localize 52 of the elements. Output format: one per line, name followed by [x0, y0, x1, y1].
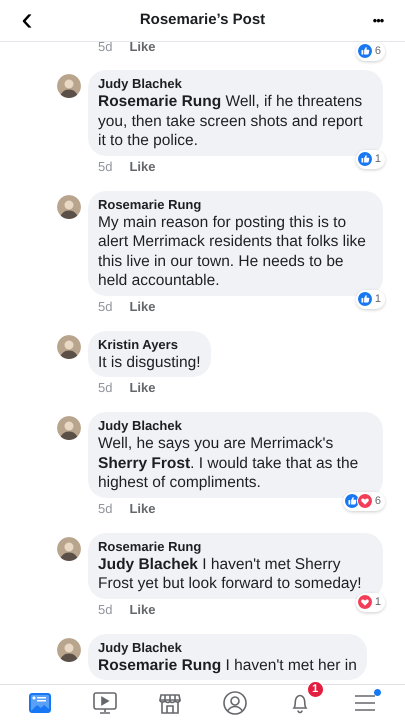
- comment-text: Judy Blachek I haven't met Sherry Frost yet but look forward to someday!: [98, 554, 363, 594]
- like-link[interactable]: Like: [129, 498, 156, 518]
- reaction-count: 1: [374, 152, 381, 167]
- video-icon[interactable]: [92, 690, 118, 714]
- heart-icon: [356, 594, 373, 610]
- thumbs-up-icon: [344, 493, 360, 510]
- comment-text: Rosemarie Rung Well, if he threatens you, then take screen shots and report it to the police.: [98, 92, 364, 150]
- comment-author[interactable]: Judy Blachek: [98, 638, 357, 656]
- page-title: Rosemarie’s Post: [140, 10, 266, 30]
- comment-time: 5d: [98, 42, 112, 56]
- comment-text: Rosemarie Rung I haven't met her in: [98, 656, 357, 675]
- comment-time: 5d: [98, 600, 112, 619]
- reaction-summary[interactable]: 6: [356, 42, 385, 60]
- news-feed-icon[interactable]: [28, 690, 52, 714]
- comment-time: 5d: [98, 500, 112, 518]
- comment-time: 5d: [98, 158, 112, 176]
- reaction-count: 1: [374, 292, 381, 307]
- comment-time: 5d: [98, 298, 112, 316]
- comment-author[interactable]: Kristin Ayers: [98, 336, 201, 352]
- avatar[interactable]: [57, 74, 81, 98]
- comment-time: 5d: [98, 379, 112, 398]
- like-link[interactable]: Like: [129, 600, 156, 620]
- comment-text: My main reason for posting this is to alert Merrimack residents that folks like this live in our town. He needs to be held accountable.: [98, 212, 367, 290]
- heart-icon: [356, 493, 373, 510]
- reaction-summary[interactable]: 1: [356, 290, 385, 308]
- avatar[interactable]: [57, 194, 81, 218]
- reaction-count: 6: [374, 494, 381, 509]
- reaction-summary[interactable]: 6: [342, 492, 385, 510]
- reaction-summary[interactable]: 1: [356, 593, 385, 612]
- comment-text: Well, he says you are Merrimack's Sherry Frost. I would take that as the highest of compliments.: [98, 434, 360, 492]
- reaction-count: 1: [374, 595, 381, 610]
- avatar[interactable]: [57, 536, 81, 560]
- like-link[interactable]: Like: [129, 156, 156, 176]
- like-link[interactable]: Like: [129, 42, 156, 57]
- reaction-summary[interactable]: 1: [356, 150, 385, 168]
- avatar[interactable]: [57, 638, 81, 662]
- like-link[interactable]: Like: [129, 296, 156, 316]
- comment-author[interactable]: Rosemarie Rung: [98, 196, 373, 212]
- avatar[interactable]: [57, 334, 81, 358]
- thumbs-up-icon: [356, 291, 373, 308]
- profile-icon[interactable]: [222, 690, 247, 714]
- more-button[interactable]: •••: [363, 10, 393, 30]
- like-link[interactable]: Like: [129, 378, 156, 398]
- comment-author[interactable]: Judy Blachek: [98, 417, 373, 434]
- reaction-count: 6: [374, 44, 381, 59]
- comment-author[interactable]: Judy Blachek: [98, 75, 373, 92]
- comment-text: It is disgusting!: [98, 352, 201, 372]
- thumbs-up-icon: [356, 151, 373, 168]
- back-button[interactable]: ‹: [12, 2, 42, 36]
- avatar[interactable]: [57, 416, 81, 440]
- comment-author[interactable]: Rosemarie Rung: [98, 538, 373, 554]
- notification-badge: 1: [306, 680, 324, 698]
